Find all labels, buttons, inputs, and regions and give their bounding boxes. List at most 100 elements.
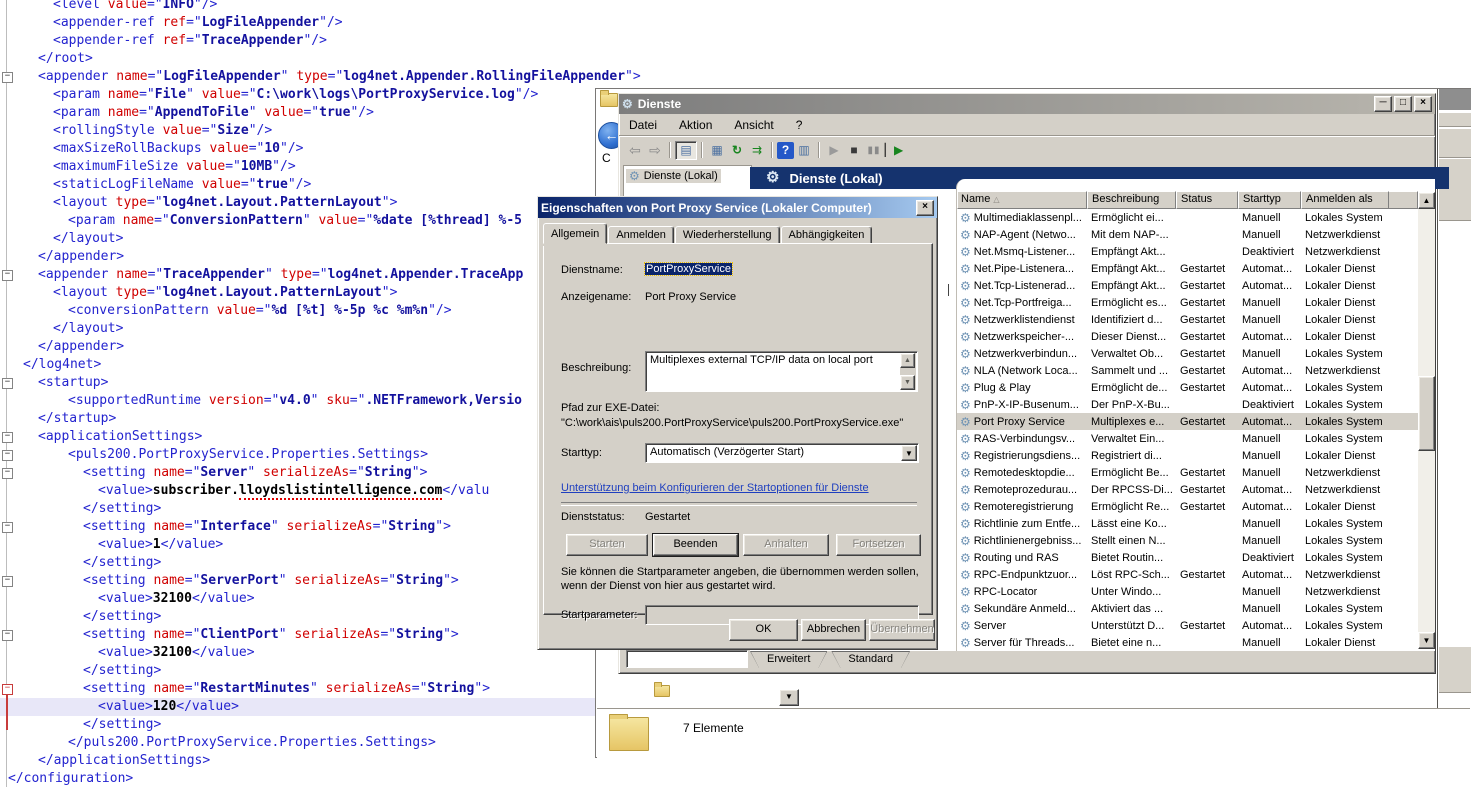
column-header-starttyp[interactable]: Starttyp [1238, 191, 1301, 209]
tab-abhaengigkeiten[interactable]: Abhängigkeiten [781, 226, 873, 244]
fold-collapse-icon[interactable]: − [2, 468, 13, 479]
starten-button[interactable]: Starten [566, 534, 648, 556]
column-header-name[interactable]: Name △ [957, 191, 1087, 209]
service-row[interactable]: ⚙PnP-X-IP-Busenum...Der PnP-X-Bu...Deakt… [957, 396, 1418, 413]
service-row[interactable]: ⚙Sekundäre Anmeld...Aktiviert das ...Man… [957, 600, 1418, 617]
fold-collapse-icon[interactable]: − [2, 270, 13, 281]
starttyp-combobox[interactable]: Automatisch (Verzögerter Start) ▼ [645, 443, 919, 463]
dialog-titlebar[interactable]: Eigenschaften von Port Proxy Service (Lo… [538, 197, 937, 218]
close-button[interactable]: × [1414, 96, 1432, 112]
abbrechen-button[interactable]: Abbrechen [801, 619, 866, 641]
ok-button[interactable]: OK [729, 619, 798, 641]
folder-icon[interactable] [654, 685, 670, 697]
extended-view-icon[interactable]: ▥ [794, 142, 814, 159]
scroll-down-icon[interactable]: ▼ [1418, 632, 1435, 649]
fold-collapse-icon[interactable]: − [2, 72, 13, 83]
list-scrollbar[interactable]: ▲ ▼ [1418, 192, 1435, 649]
maximize-button[interactable]: □ [1394, 96, 1412, 112]
restart-service-icon[interactable]: ▏▶ [884, 142, 904, 159]
service-row[interactable]: ⚙Richtlinienergebniss...Stellt einen N..… [957, 532, 1418, 549]
service-row[interactable]: ⚙Net.Msmq-Listener...Empfängt Akt...Deak… [957, 243, 1418, 260]
service-row[interactable]: ⚙RAS-Verbindungsv...Verwaltet Ein...Manu… [957, 430, 1418, 447]
tab-wiederherstellung[interactable]: Wiederherstellung [675, 226, 780, 244]
service-starttype-cell: Automat... [1238, 365, 1301, 377]
column-header-status[interactable]: Status [1176, 191, 1238, 209]
desc-scroll-up-icon[interactable]: ▲ [900, 353, 915, 368]
pause-service-icon[interactable]: ▮▮ [864, 142, 884, 159]
forward-icon[interactable]: ⇨ [645, 142, 665, 159]
menu-aktion[interactable]: Aktion [679, 118, 712, 132]
dropdown-button[interactable]: ▼ [779, 689, 799, 706]
service-status-cell: Gestartet [1176, 620, 1238, 632]
service-row[interactable]: ⚙Server für Threads...Bietet eine n...Ma… [957, 634, 1418, 651]
service-row[interactable]: ⚙NLA (Network Loca...Sammelt und ...Gest… [957, 362, 1418, 379]
scrollbar-thumb[interactable] [1418, 376, 1435, 451]
service-row[interactable]: ⚙Multimediaklassenpl...Ermöglicht ei...M… [957, 209, 1418, 226]
service-row[interactable]: ⚙Richtlinie zum Entfe...Lässt eine Ko...… [957, 515, 1418, 532]
anhalten-button[interactable]: Anhalten [743, 534, 829, 556]
beenden-button[interactable]: Beenden [653, 534, 738, 556]
tab-allgemein[interactable]: Allgemein [543, 223, 607, 244]
service-gear-icon: ⚙ [960, 383, 971, 393]
start-service-icon[interactable]: ▶ [824, 142, 844, 159]
refresh-icon[interactable]: ↻ [727, 142, 747, 159]
service-row[interactable]: ⚙Port Proxy ServiceMultiplexes e...Gesta… [957, 413, 1418, 430]
service-row[interactable]: ⚙ServerUnterstützt D...GestartetAutomat.… [957, 617, 1418, 634]
fold-collapse-icon[interactable]: − [2, 576, 13, 587]
service-gear-icon: ⚙ [960, 536, 971, 546]
tab-anmelden[interactable]: Anmelden [608, 226, 674, 244]
menu-datei[interactable]: Datei [629, 118, 657, 132]
service-row[interactable]: ⚙RemoteregistrierungErmöglicht Re...Gest… [957, 498, 1418, 515]
bottom-left-textbox[interactable] [626, 650, 748, 668]
service-row[interactable]: ⚙NAP-Agent (Netwo...Mit dem NAP-...Manue… [957, 226, 1418, 243]
tree-item-dienste-lokal[interactable]: ⚙ Dienste (Lokal) [626, 169, 721, 183]
service-row[interactable]: ⚙Net.Pipe-Listenera...Empfängt Akt...Ges… [957, 260, 1418, 277]
menu-hilfe[interactable]: ? [796, 118, 803, 132]
beschreibung-textbox[interactable]: Multiplexes external TCP/IP data on loca… [645, 351, 918, 392]
service-name-cell: ⚙Netzwerkverbindun... [957, 348, 1087, 360]
minimize-button[interactable]: ─ [1374, 96, 1392, 112]
service-row[interactable]: ⚙Remotedesktopdie...Ermöglicht Be...Gest… [957, 464, 1418, 481]
service-name-cell: ⚙Server für Threads... [957, 637, 1087, 649]
scroll-up-icon[interactable]: ▲ [1418, 192, 1435, 209]
service-row[interactable]: ⚙RPC-Endpunktzuor...Löst RPC-Sch...Gesta… [957, 566, 1418, 583]
service-row[interactable]: ⚙Remoteprozedurau...Der RPCSS-Di...Gesta… [957, 481, 1418, 498]
fold-collapse-icon[interactable]: − [2, 378, 13, 389]
stop-service-icon[interactable]: ■ [844, 142, 864, 159]
export-list-icon[interactable]: ⇉ [747, 142, 767, 159]
service-row[interactable]: ⚙Plug & PlayErmöglicht de...GestartetAut… [957, 379, 1418, 396]
dialog-close-icon[interactable]: × [916, 200, 934, 216]
startoptions-link[interactable]: Unterstützung beim Konfigurieren der Sta… [561, 482, 869, 494]
uebernehmen-button[interactable]: Übernehmen [869, 619, 935, 641]
service-logon-cell: Lokaler Dienst [1301, 331, 1389, 343]
properties-icon[interactable]: ▦ [707, 142, 727, 159]
menu-ansicht[interactable]: Ansicht [734, 118, 773, 132]
strip-row [1439, 646, 1471, 693]
service-row[interactable]: ⚙Net.Tcp-Portfreiga...Ermöglicht es...Ge… [957, 294, 1418, 311]
column-header-anmelden[interactable]: Anmelden als [1301, 191, 1389, 209]
fortsetzen-button[interactable]: Fortsetzen [836, 534, 921, 556]
service-row[interactable]: ⚙NetzwerklistendienstIdentifiziert d...G… [957, 311, 1418, 328]
tab-standard[interactable]: Standard [831, 651, 910, 668]
combo-dropdown-icon[interactable]: ▼ [901, 445, 917, 461]
show-console-tree-icon[interactable]: ▤ [675, 141, 697, 160]
fold-collapse-icon[interactable]: − [2, 522, 13, 533]
fold-collapse-icon[interactable]: − [2, 432, 13, 443]
tab-erweitert[interactable]: Erweitert [750, 651, 827, 668]
fold-collapse-icon[interactable]: − [2, 630, 13, 641]
column-header-beschreibung[interactable]: Beschreibung [1087, 191, 1176, 209]
service-row[interactable]: ⚙Registrierungsdiens...Registriert di...… [957, 447, 1418, 464]
back-icon[interactable]: ⇦ [625, 142, 645, 159]
beschreibung-scrollbar[interactable]: ▲ ▼ [900, 353, 916, 390]
desc-scroll-down-icon[interactable]: ▼ [900, 375, 915, 390]
service-row[interactable]: ⚙Routing und RASBietet Routin...Deaktivi… [957, 549, 1418, 566]
services-titlebar[interactable]: ⚙ Dienste ─ □ × [619, 94, 1435, 114]
service-starttype-cell: Manuell [1238, 586, 1301, 598]
service-status-cell: Gestartet [1176, 382, 1238, 394]
service-row[interactable]: ⚙Netzwerkverbindun...Verwaltet Ob...Gest… [957, 345, 1418, 362]
service-row[interactable]: ⚙Netzwerkspeicher-...Dieser Dienst...Ges… [957, 328, 1418, 345]
help-icon[interactable]: ? [777, 142, 794, 159]
service-row[interactable]: ⚙RPC-LocatorUnter Windo...ManuellNetzwer… [957, 583, 1418, 600]
fold-collapse-icon[interactable]: − [2, 450, 13, 461]
service-row[interactable]: ⚙Net.Tcp-Listenerad...Empfängt Akt...Ges… [957, 277, 1418, 294]
